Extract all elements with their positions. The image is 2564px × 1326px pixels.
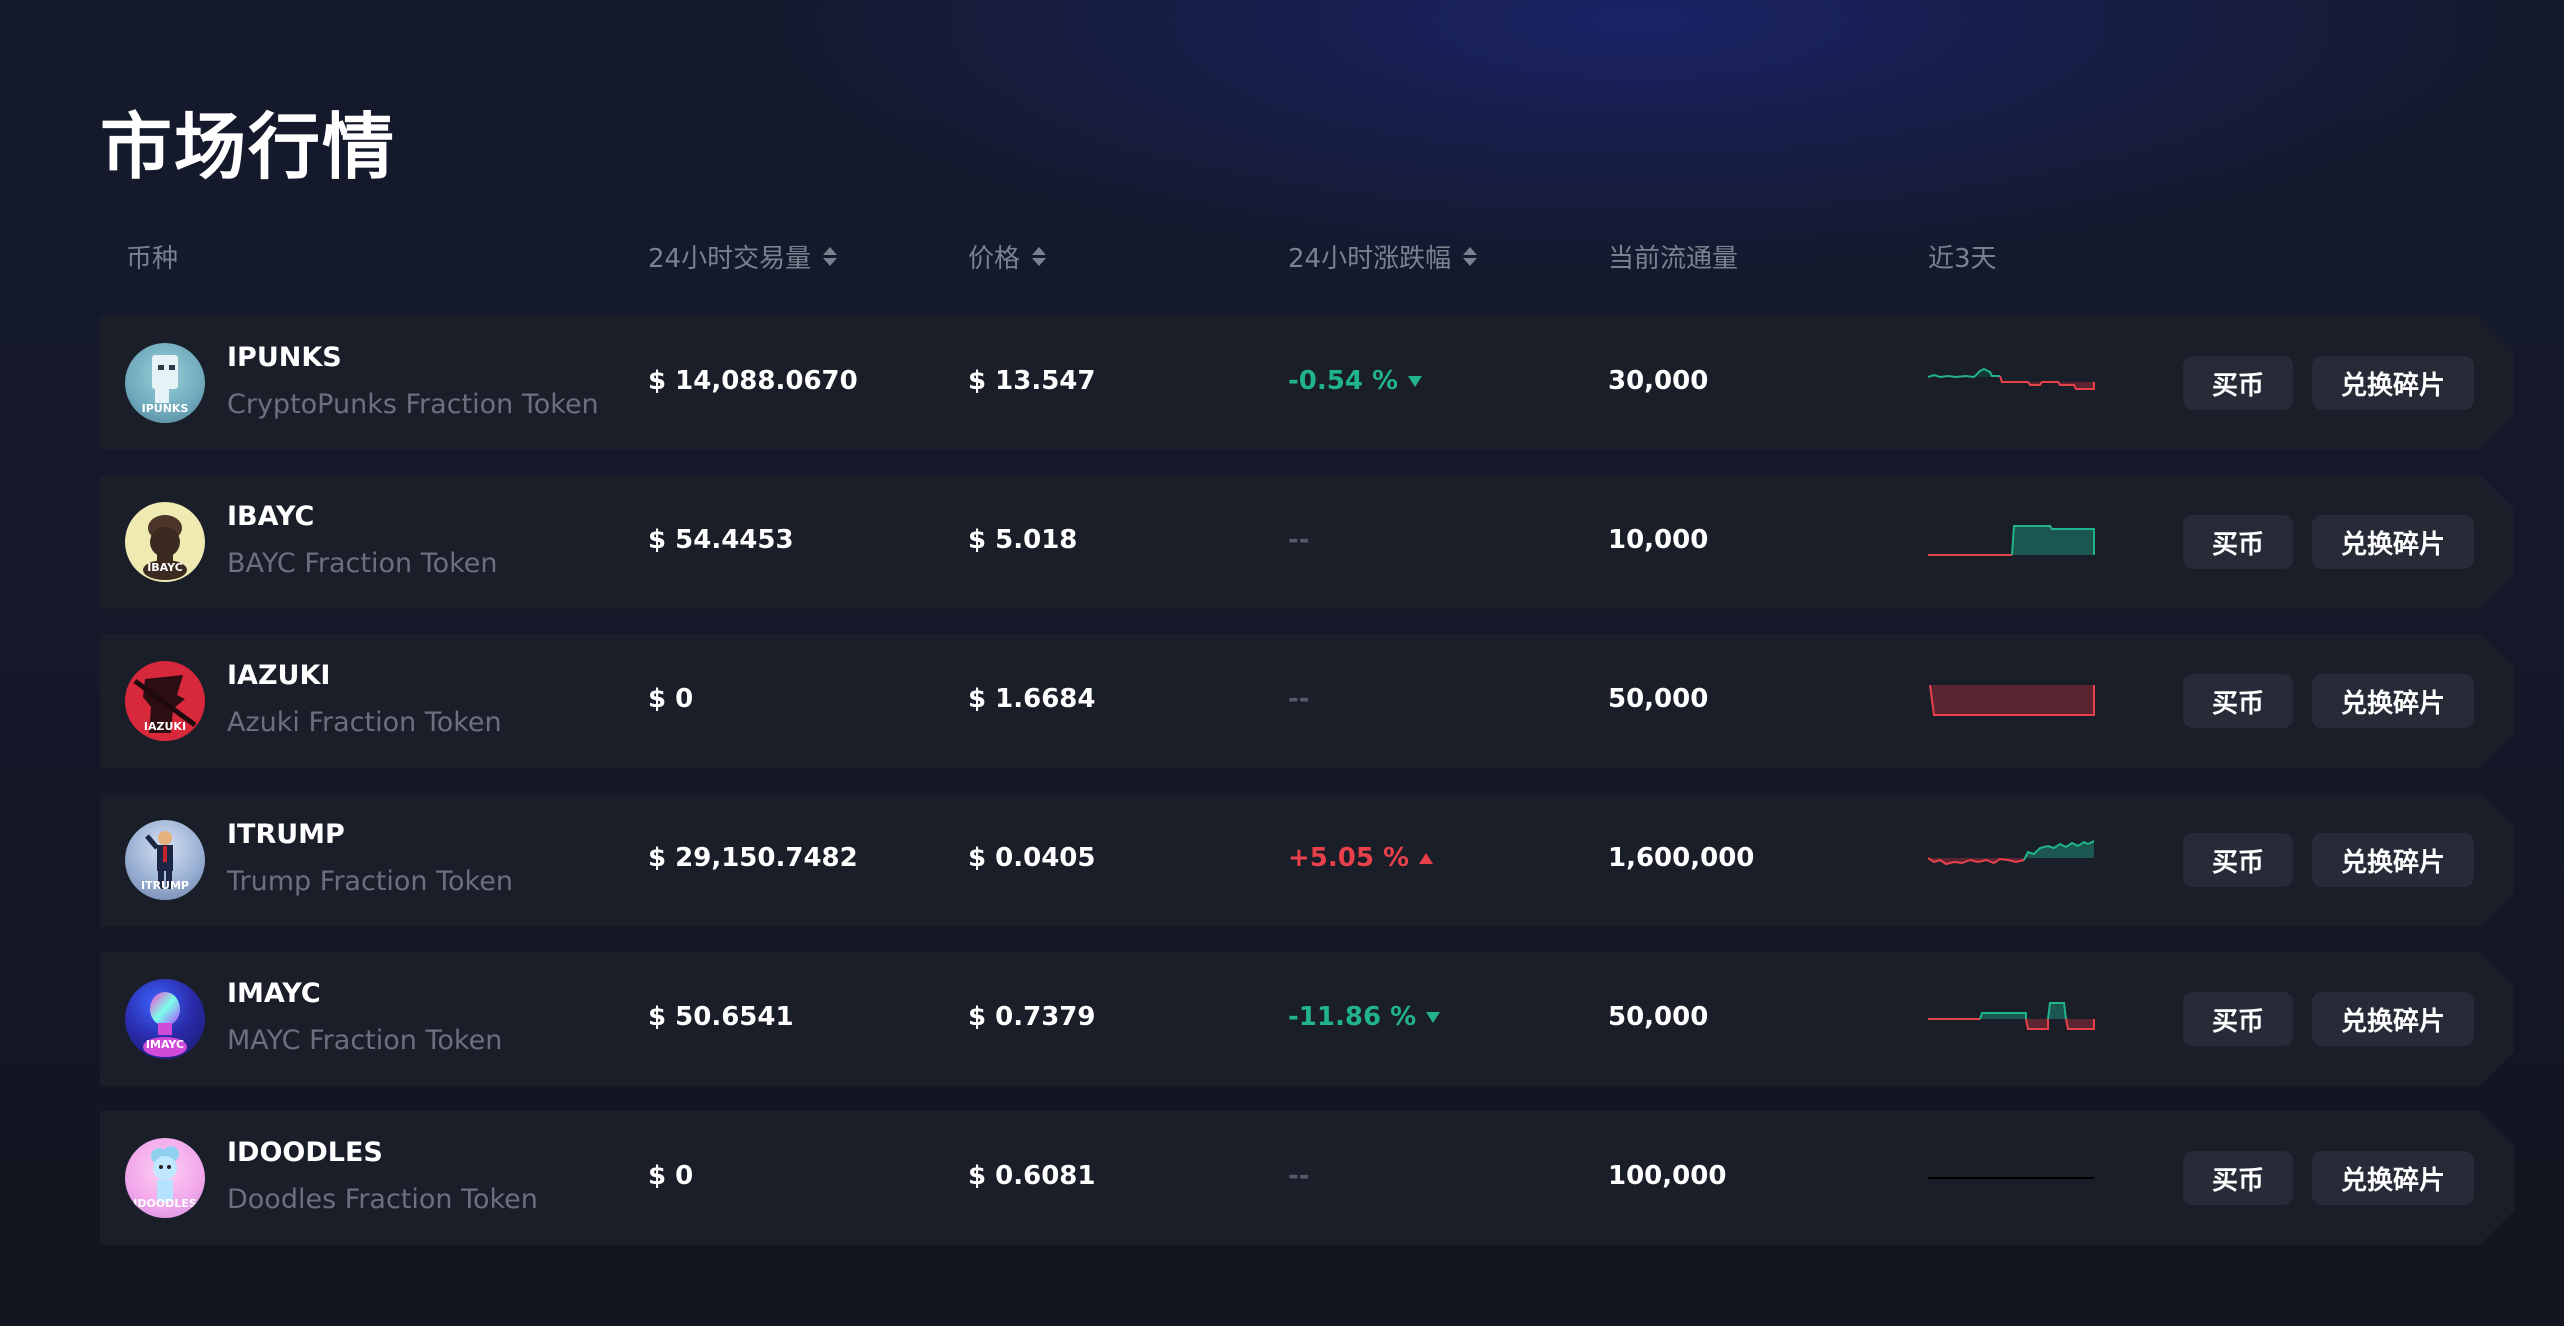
change-value: +5.05 % (1288, 843, 1434, 873)
table-header: 币种 24小时交易量 价格 24小时涨跌幅 当前流通量 近3天 (0, 238, 2564, 278)
change-value: -- (1288, 1161, 1310, 1191)
price-value: $ 1.6684 (968, 684, 1096, 714)
column-trend: 近3天 (1928, 238, 1997, 275)
triangle-down-icon (1408, 376, 1423, 387)
avatar: IBAYC (125, 502, 205, 582)
circulation-value: 50,000 (1608, 684, 1709, 714)
change-text: -0.54 % (1288, 366, 1399, 396)
coin-name: MAYC Fraction Token (227, 1025, 503, 1056)
column-trend-label: 近3天 (1928, 244, 1997, 274)
swap-fragment-button[interactable]: 兑换碎片 (2312, 1151, 2474, 1205)
table-row[interactable]: ITRUMP ITRUMP Trump Fraction Token $ 29,… (100, 793, 2514, 927)
column-price[interactable]: 价格 (968, 238, 1047, 275)
coin-symbol: IAZUKI (227, 660, 331, 691)
sparkline (1929, 684, 2095, 716)
coin-symbol: IBAYC (227, 501, 315, 532)
avatar-label: IMAYC (145, 1038, 185, 1051)
coin-symbol: ITRUMP (227, 819, 345, 850)
change-value: -0.54 % (1288, 366, 1423, 396)
change-text: +5.05 % (1288, 843, 1410, 873)
change-value: -- (1288, 525, 1310, 555)
avatar-label: IBAYC (147, 561, 183, 574)
coin-symbol: IDOODLES (227, 1137, 383, 1168)
buy-button[interactable]: 买币 (2183, 515, 2293, 569)
volume-value: $ 0 (648, 1161, 694, 1191)
avatar-label: ITRUMP (140, 879, 189, 892)
swap-fragment-button[interactable]: 兑换碎片 (2312, 833, 2474, 887)
sparkline (1928, 1002, 2095, 1030)
buy-button[interactable]: 买币 (2183, 674, 2293, 728)
volume-value: $ 0 (648, 684, 694, 714)
buy-button[interactable]: 买币 (2183, 992, 2293, 1046)
column-price-label: 价格 (968, 244, 1021, 274)
change-text: -11.86 % (1288, 1002, 1417, 1032)
buy-button[interactable]: 买币 (2183, 1151, 2293, 1205)
volume-value: $ 54.4453 (648, 525, 794, 555)
swap-fragment-button[interactable]: 兑换碎片 (2312, 356, 2474, 410)
avatar-label: IDOODLES (133, 1197, 197, 1210)
table-row[interactable]: IMAYC IMAYC MAYC Fraction Token $ 50.654… (100, 952, 2514, 1086)
page-title: 市场行情 (100, 105, 397, 189)
avatar: IAZUKI (125, 661, 205, 741)
circulation-value: 1,600,000 (1608, 843, 1755, 873)
coin-symbol: IMAYC (227, 978, 321, 1009)
volume-value: $ 14,088.0670 (648, 366, 858, 396)
circulation-value: 30,000 (1608, 366, 1709, 396)
column-volume-label: 24小时交易量 (648, 244, 812, 274)
change-value: -- (1288, 684, 1310, 714)
volume-value: $ 29,150.7482 (648, 843, 858, 873)
column-volume[interactable]: 24小时交易量 (648, 238, 838, 275)
price-value: $ 13.547 (968, 366, 1096, 396)
triangle-down-icon (1426, 1012, 1441, 1023)
coin-name: Doodles Fraction Token (227, 1184, 538, 1215)
swap-fragment-button[interactable]: 兑换碎片 (2312, 674, 2474, 728)
sort-icon (1032, 247, 1047, 266)
circulation-value: 10,000 (1608, 525, 1709, 555)
sparkline (1928, 1177, 2094, 1179)
table-row[interactable]: IDOODLES IDOODLES Doodles Fraction Token… (100, 1111, 2514, 1245)
swap-fragment-button[interactable]: 兑换碎片 (2312, 992, 2474, 1046)
circulation-value: 50,000 (1608, 1002, 1709, 1032)
circulation-value: 100,000 (1608, 1161, 1727, 1191)
avatar: IPUNKS (125, 343, 205, 423)
volume-value: $ 50.6541 (648, 1002, 794, 1032)
column-circulation-label: 当前流通量 (1608, 244, 1739, 274)
sparkline (1928, 840, 2095, 866)
avatar-label: IAZUKI (143, 720, 187, 733)
coin-name: CryptoPunks Fraction Token (227, 389, 599, 420)
coin-name: Azuki Fraction Token (227, 707, 502, 738)
price-value: $ 5.018 (968, 525, 1078, 555)
price-value: $ 0.6081 (968, 1161, 1096, 1191)
table-row[interactable]: IAZUKI IAZUKI Azuki Fraction Token $ 0 $… (100, 634, 2514, 768)
coin-name: Trump Fraction Token (227, 866, 513, 897)
buy-button[interactable]: 买币 (2183, 833, 2293, 887)
coin-name: BAYC Fraction Token (227, 548, 498, 579)
sparkline (1928, 525, 2095, 556)
sort-icon (1463, 247, 1478, 266)
avatar: ITRUMP (125, 820, 205, 900)
column-change-label: 24小时涨跌幅 (1288, 244, 1452, 274)
column-circulation: 当前流通量 (1608, 238, 1738, 275)
column-change[interactable]: 24小时涨跌幅 (1288, 238, 1478, 275)
table-row[interactable]: IBAYC IBAYC BAYC Fraction Token $ 54.445… (100, 475, 2514, 609)
price-value: $ 0.7379 (968, 1002, 1096, 1032)
column-coin: 币种 (126, 238, 178, 275)
change-value: -11.86 % (1288, 1002, 1441, 1032)
avatar: IDOODLES (125, 1138, 205, 1218)
sort-icon (823, 247, 838, 266)
sparkline (1928, 367, 2095, 390)
price-value: $ 0.0405 (968, 843, 1096, 873)
avatar-label: IPUNKS (141, 402, 189, 415)
swap-fragment-button[interactable]: 兑换碎片 (2312, 515, 2474, 569)
column-coin-label: 币种 (126, 244, 179, 274)
table-row[interactable]: IPUNKS IPUNKS CryptoPunks Fraction Token… (100, 316, 2514, 450)
buy-button[interactable]: 买币 (2183, 356, 2293, 410)
coin-symbol: IPUNKS (227, 342, 342, 373)
avatar: IMAYC (125, 979, 205, 1059)
triangle-up-icon (1419, 853, 1434, 864)
